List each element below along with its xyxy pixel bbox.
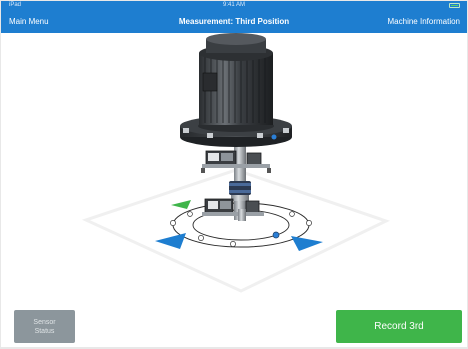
navigation-bar: Main Menu Measurement: Third Position Ma… bbox=[1, 11, 467, 33]
record-third-button[interactable]: Record 3rd bbox=[336, 310, 462, 343]
battery-icon bbox=[449, 3, 460, 8]
clock: 9:41 AM bbox=[222, 2, 245, 8]
app-frame: iPad 9:41 AM Main Menu Measurement: Thir… bbox=[1, 1, 467, 347]
sensor-status-line1: Sensor bbox=[33, 318, 56, 326]
measurement-scene bbox=[81, 33, 390, 293]
sensor-status-button[interactable]: Sensor Status bbox=[14, 310, 75, 343]
sensor-status-line2: Status bbox=[34, 327, 55, 335]
machine-information-button[interactable]: Machine Information bbox=[388, 17, 460, 26]
status-bar: iPad 9:41 AM bbox=[1, 1, 467, 11]
